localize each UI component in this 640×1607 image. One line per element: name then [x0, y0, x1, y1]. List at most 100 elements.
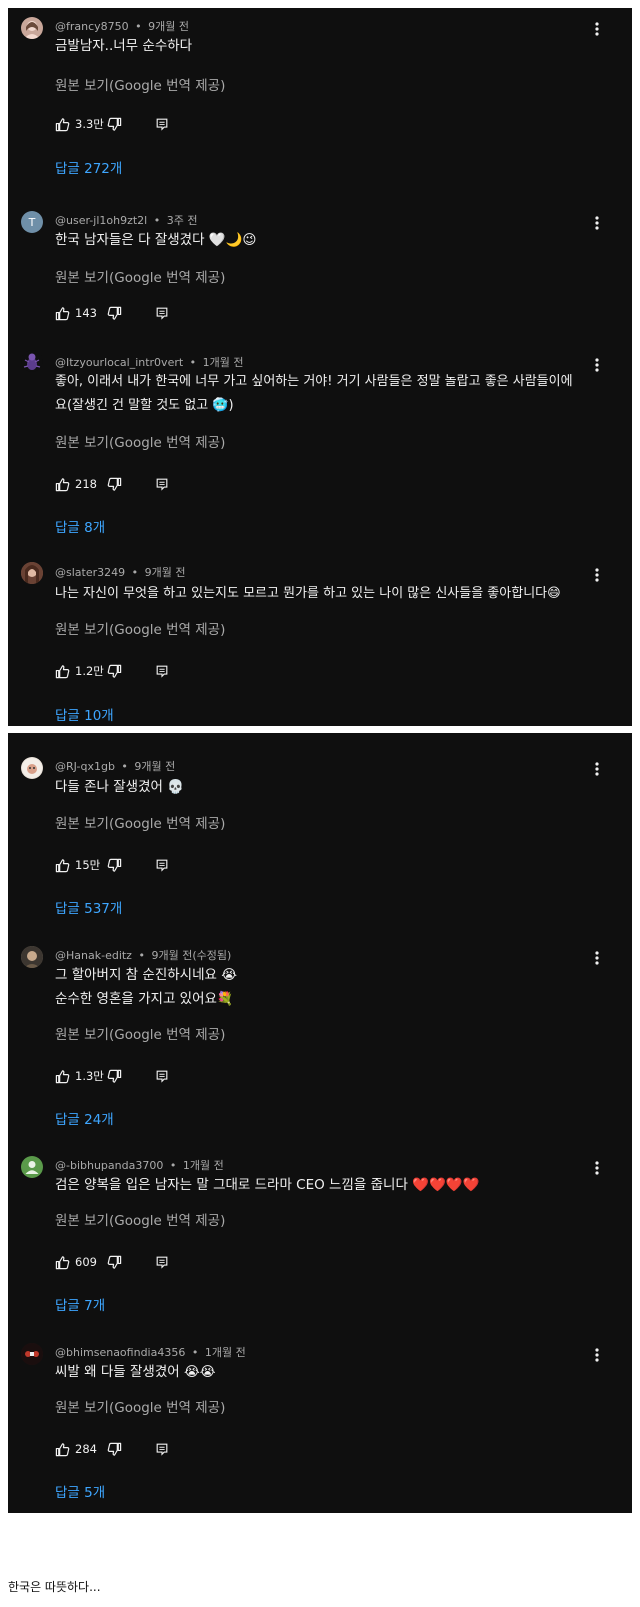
comment-author[interactable]: @-bibhupanda3700	[55, 1159, 163, 1172]
thumbs-down-icon	[107, 117, 122, 131]
comment-reply-icon	[156, 859, 168, 872]
kebab-menu-icon	[595, 22, 599, 36]
more-options-button[interactable]	[594, 950, 600, 966]
avatar[interactable]	[21, 1343, 43, 1365]
comment-author[interactable]: @bhimsenaofindia4356	[55, 1346, 185, 1359]
comment-author[interactable]: @RJ-qx1gb	[55, 760, 115, 773]
comment-author[interactable]: @user-jl1oh9zt2l	[55, 214, 147, 227]
avatar-letter: T	[28, 215, 36, 229]
reply-button[interactable]	[155, 1069, 169, 1083]
more-options-button[interactable]	[594, 567, 600, 583]
like-button[interactable]	[55, 1442, 70, 1457]
reply-button[interactable]	[155, 1442, 169, 1456]
separator-dot: •	[191, 1346, 199, 1359]
thumbs-up-icon	[55, 117, 70, 131]
dislike-button[interactable]	[107, 477, 122, 492]
comment-line: 다들 존나 잘생겼어 💀	[55, 779, 185, 795]
avatar[interactable]	[21, 946, 43, 968]
comment-reply-icon	[156, 1443, 168, 1456]
replies-toggle[interactable]: 답글 5개	[55, 1481, 105, 1501]
comment-author[interactable]: @Itzyourlocal_intr0vert	[55, 356, 183, 369]
like-button[interactable]	[55, 1255, 70, 1270]
replies-toggle[interactable]: 답글 272개	[55, 157, 122, 177]
translate-link[interactable]: 원본 보기(Google 번역 제공)	[55, 266, 225, 286]
dislike-button[interactable]	[107, 1442, 122, 1457]
like-count: 218	[75, 477, 97, 491]
comment-actions: 1.2만	[55, 662, 169, 680]
replies-toggle[interactable]: 답글 10개	[55, 704, 114, 724]
like-button[interactable]	[55, 858, 70, 873]
like-button[interactable]	[55, 117, 70, 132]
replies-toggle[interactable]: 답글 8개	[55, 516, 105, 536]
translate-link[interactable]: 원본 보기(Google 번역 제공)	[55, 1396, 225, 1416]
reply-button[interactable]	[155, 306, 169, 320]
replies-toggle[interactable]: 답글 24개	[55, 1108, 114, 1128]
comment-reply-icon	[156, 307, 168, 320]
more-options-button[interactable]	[594, 1160, 600, 1176]
kebab-menu-icon	[595, 762, 599, 776]
more-options-button[interactable]	[594, 1347, 600, 1363]
comment-meta: @bhimsenaofindia4356 • 1개월 전	[55, 1344, 246, 1360]
reply-button[interactable]	[155, 664, 169, 678]
comment-time[interactable]: 9개월 전	[148, 20, 189, 33]
thumbs-up-icon	[55, 858, 70, 872]
avatar[interactable]: T	[21, 211, 43, 233]
dislike-button[interactable]	[107, 1069, 122, 1084]
more-options-button[interactable]	[594, 21, 600, 37]
comment-meta: @Hanak-editz • 9개월 전(수정됨)	[55, 947, 231, 963]
like-count: 15만	[75, 858, 101, 872]
dislike-button[interactable]	[107, 858, 122, 873]
more-options-button[interactable]	[594, 761, 600, 777]
thumbs-down-icon	[107, 858, 122, 872]
avatar[interactable]	[21, 350, 43, 372]
avatar-image	[24, 21, 40, 39]
like-button[interactable]	[55, 1069, 70, 1084]
translate-link[interactable]: 원본 보기(Google 번역 제공)	[55, 618, 225, 638]
reply-button[interactable]	[155, 477, 169, 491]
like-button[interactable]	[55, 664, 70, 679]
avatar-image	[21, 946, 43, 968]
thumbs-up-icon	[55, 1069, 70, 1083]
separator-dot: •	[131, 566, 139, 579]
comment-meta: @-bibhupanda3700 • 1개월 전	[55, 1157, 224, 1173]
comment-author[interactable]: @Hanak-editz	[55, 949, 132, 962]
translate-link[interactable]: 원본 보기(Google 번역 제공)	[55, 812, 225, 832]
more-options-button[interactable]	[594, 357, 600, 373]
dislike-button[interactable]	[107, 1255, 122, 1270]
like-button[interactable]	[55, 306, 70, 321]
comment-reply-icon	[156, 1256, 168, 1269]
replies-toggle[interactable]: 답글 537개	[55, 897, 122, 917]
like-count: 143	[75, 306, 97, 320]
avatar[interactable]	[21, 757, 43, 779]
avatar[interactable]	[21, 17, 43, 39]
comment-author[interactable]: @francy8750	[55, 20, 129, 33]
comment-time[interactable]: 3주 전	[167, 214, 198, 227]
replies-toggle[interactable]: 답글 7개	[55, 1294, 105, 1314]
dislike-button[interactable]	[107, 664, 122, 679]
avatar[interactable]	[21, 1156, 43, 1178]
reply-button[interactable]	[155, 858, 169, 872]
translate-link[interactable]: 원본 보기(Google 번역 제공)	[55, 1023, 225, 1043]
comment-author[interactable]: @slater3249	[55, 566, 125, 579]
comment-time[interactable]: 1개월 전	[205, 1346, 246, 1359]
reply-button[interactable]	[155, 117, 169, 131]
translate-link[interactable]: 원본 보기(Google 번역 제공)	[55, 74, 225, 94]
comment-text: 그 할아버지 참 순진하시네요 😭 순수한 영혼을 가지고 있어요💐	[55, 963, 595, 1011]
translate-link[interactable]: 원본 보기(Google 번역 제공)	[55, 431, 225, 451]
reply-button[interactable]	[155, 1255, 169, 1269]
translate-link[interactable]: 원본 보기(Google 번역 제공)	[55, 1209, 225, 1229]
comment-time[interactable]: 9개월 전	[134, 760, 175, 773]
comment-time[interactable]: 9개월 전	[145, 566, 186, 579]
avatar-image	[21, 562, 43, 584]
more-options-button[interactable]	[594, 215, 600, 231]
comment-line: 금발남자..너무 순수하다	[55, 38, 193, 54]
like-button[interactable]	[55, 477, 70, 492]
dislike-button[interactable]	[107, 306, 122, 321]
comment-text: 다들 존나 잘생겼어 💀	[55, 775, 595, 799]
dislike-button[interactable]	[107, 117, 122, 132]
comment-time[interactable]: 1개월 전	[183, 1159, 224, 1172]
avatar[interactable]	[21, 562, 43, 584]
comment-reply-icon	[156, 1070, 168, 1083]
comment-time[interactable]: 9개월 전(수정됨)	[151, 949, 231, 962]
comment-time[interactable]: 1개월 전	[203, 356, 244, 369]
